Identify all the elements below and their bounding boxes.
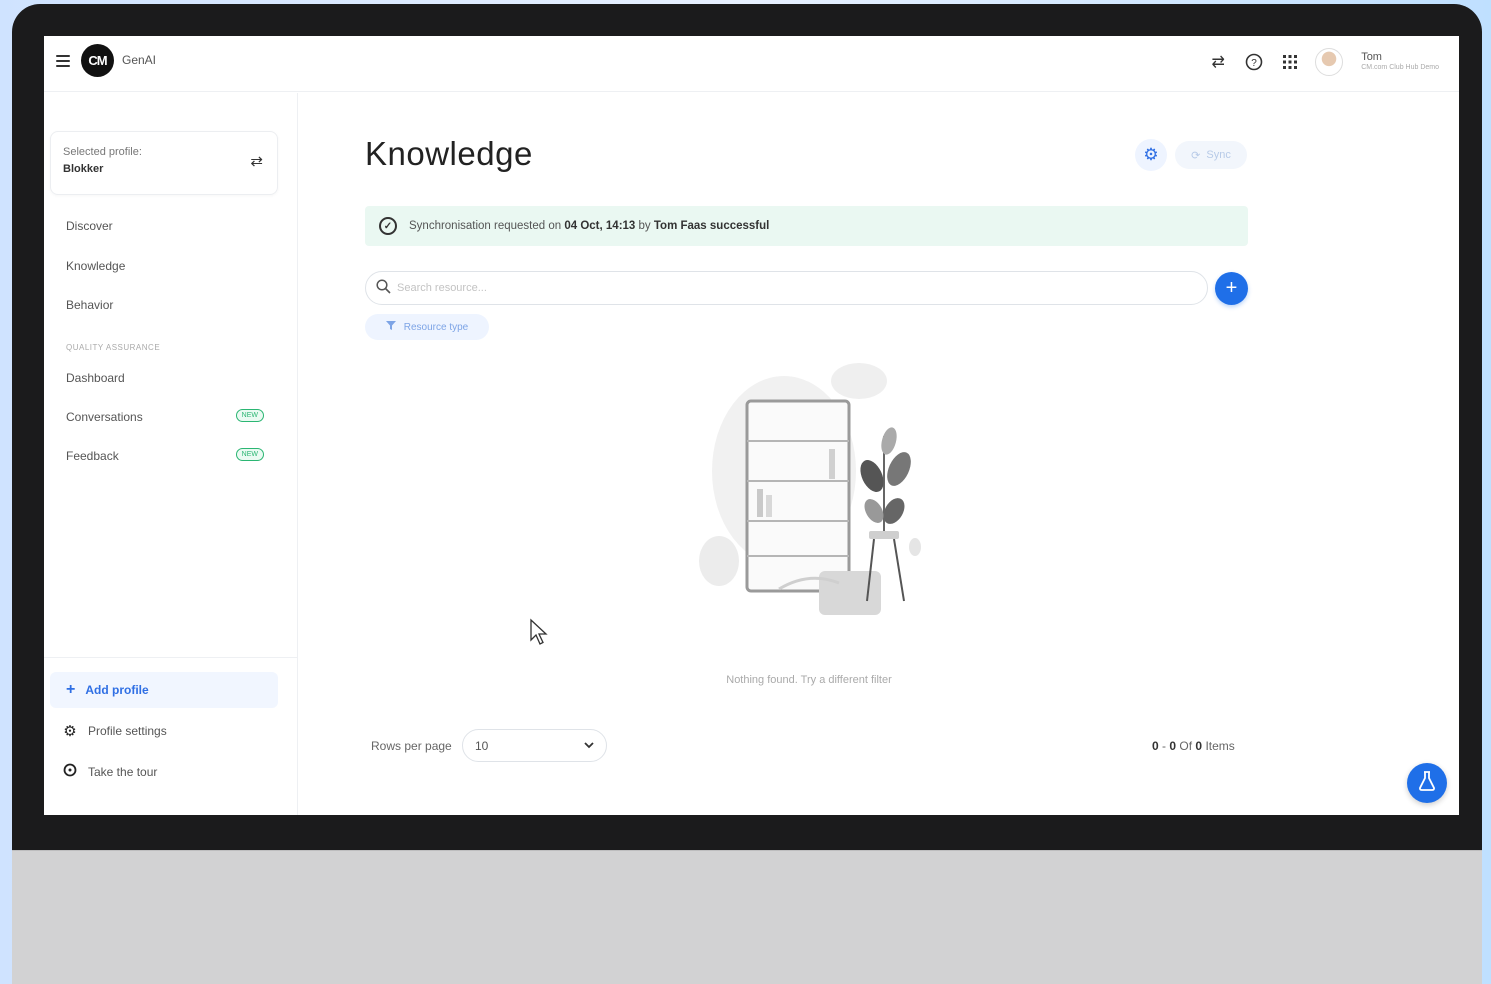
sidebar-item-label: Feedback [66,449,119,463]
switch-profile-icon[interactable]: ⇄ [250,152,263,170]
search-icon [376,278,391,298]
menu-icon[interactable] [56,55,70,67]
chevron-down-icon [584,740,594,752]
main-content: Knowledge ⚙ ⟳ Sync ✓ Synchronisation req… [299,93,1459,815]
add-resource-button[interactable]: + [1215,272,1248,305]
alert-prefix: Synchronisation requested on [409,220,565,232]
sidebar-item-label: Dashboard [66,371,125,385]
alert-message: Synchronisation requested on 04 Oct, 14:… [409,220,769,232]
pagination-of: Of [1179,739,1193,753]
resource-type-filter[interactable]: Resource type [365,314,489,340]
rows-per-page-label: Rows per page [371,739,452,753]
apps-grid-icon[interactable] [1279,51,1301,73]
pagination-unit: Items [1205,739,1235,753]
pagination-end: 0 [1169,739,1177,753]
sidebar: Selected profile: Blokker ⇄ Discover Kno… [44,93,298,815]
header-actions: ⇄ ? Tom CM.com Club Hub Demo [1207,44,1439,80]
refresh-icon: ⟳ [1191,149,1201,162]
alert-middle: by [635,220,654,232]
user-subtitle: CM.com Club Hub Demo [1361,64,1439,72]
sidebar-item-feedback[interactable]: Feedback NEW [66,448,264,463]
empty-state-message: Nothing found. Try a different filter [726,674,892,686]
plus-icon: + [1225,277,1238,299]
avatar[interactable] [1315,48,1344,76]
filter-label: Resource type [403,321,469,333]
gear-icon: ⚙ [1143,145,1159,164]
profile-settings-link[interactable]: ⚙ Profile settings [62,722,167,740]
app-name: GenAI [122,53,157,67]
take-tour-label: Take the tour [88,765,158,779]
user-menu[interactable]: Tom CM.com Club Hub Demo [1361,51,1439,73]
swap-icon[interactable]: ⇄ [1207,51,1229,73]
brand-logo[interactable]: CM [81,44,114,77]
profile-value: Blokker [63,163,104,175]
empty-state-illustration [699,363,921,615]
lab-assistant-button[interactable] [1407,763,1447,803]
sync-button[interactable]: ⟳ Sync [1175,141,1247,169]
profile-settings-label: Profile settings [88,724,167,738]
pagination-start: 0 [1152,739,1159,753]
sidebar-item-discover[interactable]: Discover [66,219,266,233]
alert-date: 04 Oct, 14:13 [564,220,636,232]
settings-button[interactable]: ⚙ [1135,139,1167,171]
mouse-cursor-icon [530,618,548,645]
profile-selector[interactable]: Selected profile: Blokker ⇄ [50,131,278,195]
user-name: Tom [1361,51,1382,64]
svg-text:?: ? [1251,58,1257,69]
monitor-frame: CM GenAI ⇄ ? Tom CM.com Club Hub Demo Se… [12,4,1482,984]
filter-icon [385,321,396,333]
new-badge: NEW [235,409,264,422]
take-tour-link[interactable]: Take the tour [62,762,157,782]
sidebar-item-dashboard[interactable]: Dashboard [66,371,266,385]
add-profile-button[interactable]: + Add profile [50,672,278,708]
sidebar-item-behavior[interactable]: Behavior [66,298,266,312]
alert-suffix: successful [709,220,770,232]
profile-label: Selected profile: [63,146,142,158]
add-profile-label: Add profile [85,683,149,697]
gear-icon: ⚙ [63,723,77,740]
sidebar-item-knowledge[interactable]: Knowledge [66,259,266,273]
rows-per-page-value: 10 [475,738,489,753]
sidebar-item-conversations[interactable]: Conversations NEW [66,409,264,424]
monitor-chin [12,850,1482,984]
top-bar: CM GenAI ⇄ ? Tom CM.com Club Hub Demo [44,36,1459,92]
alert-user: Tom Faas [653,220,707,232]
new-badge: NEW [235,448,264,461]
pagination-summary: 0 - 0 Of 0 Items [1152,739,1235,753]
search-bar [365,271,1208,305]
sidebar-footer: + Add profile ⚙ Profile settings Take th… [44,657,298,815]
search-input[interactable] [397,282,1177,294]
sync-success-alert: ✓ Synchronisation requested on 04 Oct, 1… [365,206,1248,246]
flask-icon [1418,770,1436,796]
plus-icon: + [66,681,76,698]
page-title: Knowledge [365,135,533,172]
app-screen: CM GenAI ⇄ ? Tom CM.com Club Hub Demo Se… [44,36,1459,815]
sidebar-item-label: Conversations [66,410,143,424]
check-circle-icon: ✓ [379,217,397,235]
tour-icon [62,762,78,782]
sync-label: Sync [1206,149,1231,161]
rows-per-page-select[interactable]: 10 [462,729,607,762]
help-icon[interactable]: ? [1243,51,1265,73]
section-title-qa: QUALITY ASSURANCE [66,343,161,352]
pagination-total: 0 [1195,739,1203,753]
